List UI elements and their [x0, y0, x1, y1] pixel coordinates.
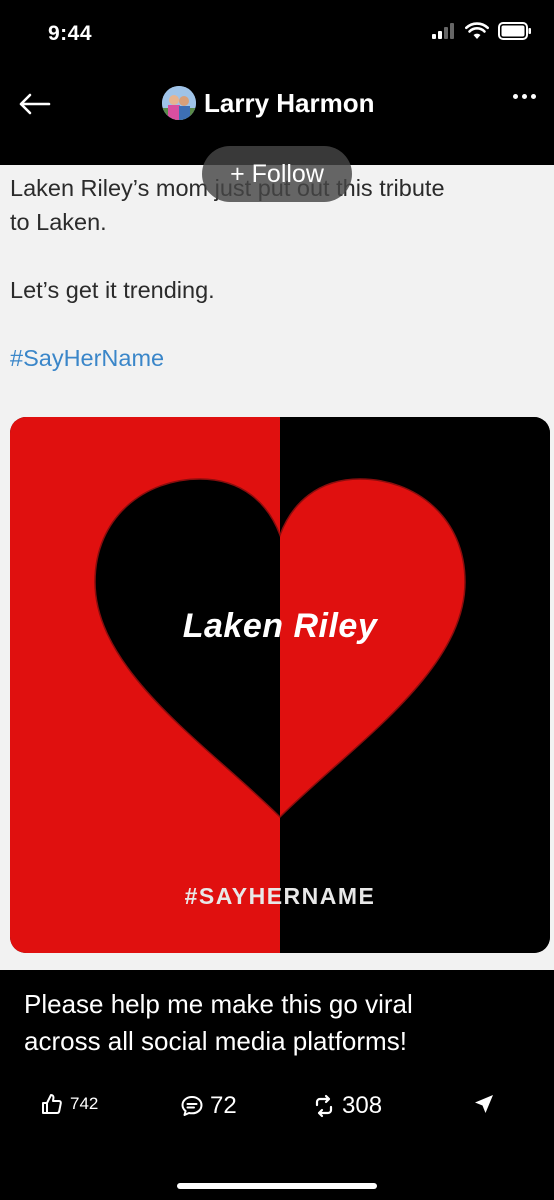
tribute-image[interactable]: Laken Riley #SAYHERNAME [10, 417, 550, 953]
status-bar: 9:44 [0, 0, 554, 70]
image-hashtag: #SAYHERNAME [184, 883, 376, 909]
signal-icon [432, 23, 454, 39]
send-icon [475, 1095, 493, 1113]
arrow-left-icon [19, 93, 51, 115]
caption-line: across all social media platforms! [24, 1026, 407, 1056]
more-options-button[interactable] [513, 94, 536, 99]
post-content: Laken Riley’s mom just put out this trib… [0, 165, 554, 970]
image-title-first: Laken [182, 607, 284, 645]
thumbs-up-icon [42, 1094, 62, 1114]
image-title: Laken Riley [10, 607, 550, 646]
repost-button[interactable]: 308 [312, 1092, 382, 1120]
avatar[interactable] [162, 86, 196, 120]
back-button[interactable] [14, 84, 54, 124]
caption-line: Please help me make this go viral [24, 989, 413, 1019]
status-time: 9:44 [48, 22, 93, 45]
dot-icon [531, 94, 536, 99]
like-count: 742 [70, 1094, 99, 1113]
hashtag-link[interactable]: #SayHerName [10, 341, 540, 375]
battery-icon [498, 22, 531, 40]
repost-count: 308 [342, 1092, 383, 1119]
home-indicator [177, 1183, 377, 1189]
comment-button[interactable]: 72 [180, 1092, 237, 1120]
wifi-icon [465, 22, 489, 39]
author-name[interactable]: Larry Harmon [204, 88, 375, 119]
action-bar: 742 72 308 [0, 1088, 554, 1128]
follow-button[interactable]: + Follow [202, 146, 352, 202]
author-link[interactable]: Larry Harmon [162, 86, 375, 120]
heart-graphic [10, 417, 550, 953]
like-button[interactable]: 742 [40, 1092, 98, 1116]
comment-count: 72 [210, 1092, 237, 1119]
comment-icon [181, 1096, 203, 1116]
post-caption: Please help me make this go viral across… [24, 986, 534, 1060]
dot-icon [513, 94, 518, 99]
dot-icon [522, 94, 527, 99]
share-button[interactable] [472, 1092, 496, 1116]
image-title-last: Riley [293, 607, 378, 645]
repost-icon [315, 1094, 333, 1118]
status-icons [432, 22, 532, 40]
post-text-line: Let’s get it trending. [10, 277, 215, 303]
post-text-line: to Laken. [10, 209, 107, 235]
